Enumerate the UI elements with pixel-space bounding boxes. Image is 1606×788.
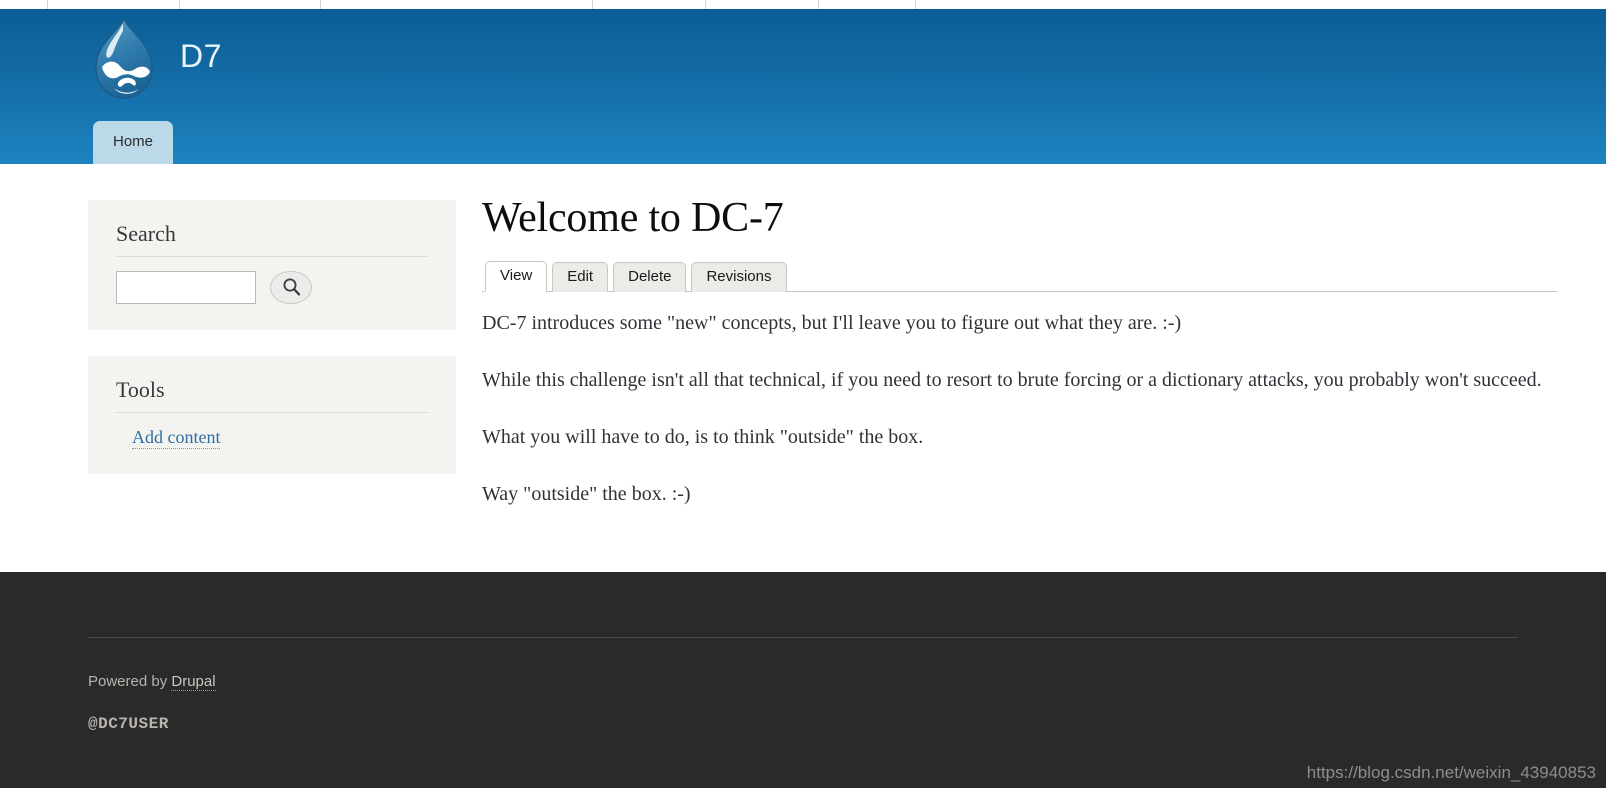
drupal-link[interactable]: Drupal — [171, 673, 216, 691]
block-tools: Tools Add content — [88, 356, 456, 475]
browser-tab-divider — [705, 0, 706, 9]
body-paragraph: Way "outside" the box. :-) — [482, 483, 691, 506]
sidebar: Search Tools Add content — [88, 200, 456, 475]
list-item: Add content — [132, 427, 428, 450]
page-title: Welcome to DC-7 — [482, 195, 784, 241]
tab-view[interactable]: View — [485, 260, 548, 293]
search-form — [116, 271, 428, 305]
drupal-droplet-icon — [88, 17, 160, 101]
browser-tab-divider — [320, 0, 321, 9]
tools-link-add-content[interactable]: Add content — [132, 427, 221, 450]
tab-edit[interactable]: Edit — [552, 261, 609, 293]
block-search: Search — [88, 200, 456, 331]
footer-divider — [88, 637, 1518, 638]
footer-user-handle: @DC7USER — [88, 715, 169, 733]
powered-by-prefix: Powered by — [88, 673, 172, 690]
browser-tab-divider — [179, 0, 180, 9]
browser-tab-divider — [47, 0, 48, 9]
page-body: Search Tools Add content Welcome to DC-7… — [0, 164, 1606, 572]
tab-delete[interactable]: Delete — [613, 261, 687, 293]
search-input[interactable] — [116, 271, 256, 305]
tab-revisions[interactable]: Revisions — [691, 261, 787, 293]
block-title-search: Search — [116, 221, 428, 258]
browser-tab-strip — [0, 0, 1606, 9]
watermark: https://blog.csdn.net/weixin_43940853 — [1306, 763, 1596, 782]
site-footer: Powered by Drupal @DC7USER https://blog.… — [0, 572, 1606, 788]
body-paragraph: While this challenge isn't all that tech… — [482, 369, 1542, 392]
site-branding[interactable]: D7 — [88, 17, 222, 101]
browser-tab-divider — [818, 0, 819, 9]
menu-item-home[interactable]: Home — [93, 121, 174, 164]
block-title-tools: Tools — [116, 378, 428, 414]
search-icon — [282, 277, 301, 299]
search-submit-button[interactable] — [270, 271, 312, 305]
site-name: D7 — [180, 38, 222, 74]
footer-inner: Powered by Drupal @DC7USER — [88, 572, 1518, 733]
browser-tab-divider — [915, 0, 916, 9]
node-body: DC-7 introduces some "new" concepts, but… — [482, 310, 1557, 508]
node-tabs: View Edit Delete Revisions — [482, 260, 1557, 293]
site-header: D7 Home — [0, 9, 1606, 164]
main-content: Welcome to DC-7 View Edit Delete Revisio… — [482, 195, 1557, 538]
browser-tab-divider — [592, 0, 593, 9]
tools-list: Add content — [116, 427, 428, 450]
body-paragraph: What you will have to do, is to think "o… — [482, 426, 924, 449]
main-menu: Home — [93, 121, 174, 164]
powered-by: Powered by Drupal — [88, 673, 1518, 691]
body-paragraph: DC-7 introduces some "new" concepts, but… — [482, 312, 1182, 335]
